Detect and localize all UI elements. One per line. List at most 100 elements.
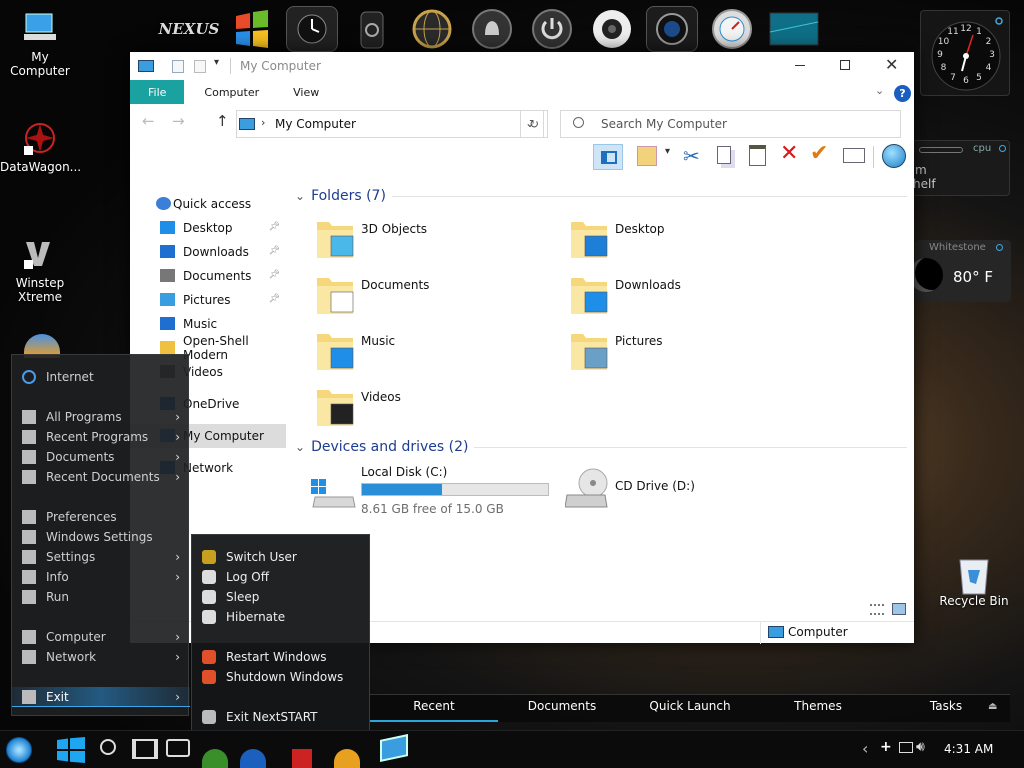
- start-menu-item-run[interactable]: Run: [12, 587, 190, 607]
- nav-item-downloads[interactable]: Downloads 📌︎: [130, 240, 286, 264]
- start-menu-item-info[interactable]: Info ›: [12, 567, 190, 587]
- folder-item-downloads[interactable]: Downloads: [569, 272, 809, 322]
- start-menu-item-network[interactable]: Network ›: [12, 647, 190, 667]
- chevron-down-icon[interactable]: ▾: [214, 57, 219, 68]
- start-orb-icon[interactable]: [6, 737, 32, 763]
- nav-item-desktop[interactable]: Desktop 📌︎: [130, 216, 286, 240]
- close-button[interactable]: ✕: [885, 55, 898, 74]
- drive-item-d[interactable]: CD Drive (D:): [563, 465, 803, 515]
- help-icon[interactable]: ?: [894, 85, 911, 102]
- network-icon[interactable]: [899, 742, 913, 753]
- pinned-app-icon[interactable]: [334, 749, 360, 768]
- search-box[interactable]: Search My Computer: [560, 110, 901, 138]
- mail-icon[interactable]: [843, 148, 865, 163]
- large-icons-view-icon[interactable]: [892, 603, 906, 615]
- windows-logo-icon[interactable]: [56, 737, 86, 763]
- globe-icon[interactable]: [406, 6, 458, 52]
- camera-icon[interactable]: [646, 6, 698, 52]
- clock-time[interactable]: 4:31 AM: [944, 742, 993, 756]
- submenu-item-switch-user[interactable]: Switch User: [192, 547, 371, 567]
- drives-group-header[interactable]: ⌄ Devices and drives (2): [295, 439, 907, 455]
- tab-quick-launch[interactable]: Quick Launch: [626, 695, 754, 722]
- speaker-icon[interactable]: [586, 6, 638, 52]
- biohazard-can-icon[interactable]: [346, 6, 398, 52]
- folder-item-3d-objects[interactable]: 3D Objects: [315, 216, 555, 266]
- tab-documents[interactable]: Documents: [498, 695, 626, 722]
- start-menu-item-internet[interactable]: Internet: [12, 367, 190, 387]
- rename-check-icon[interactable]: ✔: [810, 141, 828, 166]
- desktop-icon-datawagon[interactable]: DataWagon...: [0, 120, 81, 174]
- submenu-item-exit-nextstart[interactable]: Exit NextSTART: [192, 707, 371, 727]
- forward-arrow-icon[interactable]: →: [172, 112, 185, 130]
- preview-pane-icon[interactable]: [593, 144, 623, 170]
- copy-icon[interactable]: [717, 146, 731, 164]
- start-menu-item-all-programs[interactable]: All Programs ›: [12, 407, 190, 427]
- folder-item-videos[interactable]: Videos: [315, 384, 555, 434]
- tab-themes[interactable]: Themes: [754, 695, 882, 722]
- pinned-app-icon[interactable]: [240, 749, 266, 768]
- globe-icon[interactable]: [882, 144, 906, 168]
- start-menu-item-documents[interactable]: Documents ›: [12, 447, 190, 467]
- plus-icon[interactable]: +: [880, 739, 892, 755]
- tab-view[interactable]: View: [279, 80, 333, 104]
- submenu-item-shutdown-windows[interactable]: Shutdown Windows: [192, 667, 371, 687]
- folder-item-music[interactable]: Music: [315, 328, 555, 378]
- drive-item-c[interactable]: Local Disk (C:) 8.61 GB free of 15.0 GB: [309, 465, 569, 516]
- submenu-item-sleep[interactable]: Sleep: [192, 587, 371, 607]
- tab-computer[interactable]: Computer: [184, 80, 279, 104]
- folder-item-desktop[interactable]: Desktop: [569, 216, 809, 266]
- nexus-logo[interactable]: NEXUS: [159, 6, 220, 52]
- nav-item-music[interactable]: Music: [130, 312, 286, 336]
- clock-app-icon[interactable]: [286, 6, 338, 52]
- task-view-icon[interactable]: [132, 739, 158, 759]
- submenu-item-log-off[interactable]: Log Off: [192, 567, 371, 587]
- folders-group-header[interactable]: ⌄ Folders (7): [295, 188, 907, 204]
- submenu-item-restart-windows[interactable]: Restart Windows: [192, 647, 371, 667]
- bell-icon[interactable]: [466, 6, 518, 52]
- ribbon-expand-icon[interactable]: ⌄: [875, 84, 884, 97]
- up-arrow-icon[interactable]: ↑: [216, 112, 229, 130]
- details-view-icon[interactable]: [870, 604, 884, 615]
- start-menu-item-exit[interactable]: Exit ›: [12, 687, 190, 707]
- pinned-app-icon[interactable]: [202, 749, 228, 768]
- start-menu-item-settings[interactable]: Settings ›: [12, 547, 190, 567]
- delete-icon[interactable]: ✕: [780, 141, 798, 166]
- back-arrow-icon[interactable]: ←: [142, 112, 155, 130]
- volume-icon[interactable]: 🔊︎: [916, 739, 925, 755]
- submenu-item-hibernate[interactable]: Hibernate: [192, 607, 371, 627]
- start-menu-item-recent-documents[interactable]: Recent Documents ›: [12, 467, 190, 487]
- monitor-app-icon[interactable]: [766, 6, 822, 52]
- nav-item-quick-access[interactable]: Quick access: [130, 192, 286, 216]
- clock-gadget[interactable]: 12 1 2 3 4 5 6 7 8 9 10 11: [920, 10, 1010, 96]
- desktop-icon-my-computer[interactable]: My Computer: [0, 10, 80, 78]
- start-menu-item-recent-programs[interactable]: Recent Programs ›: [12, 427, 190, 447]
- desktop-icon-recycle-bin[interactable]: Recycle Bin: [934, 554, 1014, 608]
- pinned-computer-icon[interactable]: [380, 734, 408, 762]
- folder-item-pictures[interactable]: Pictures: [569, 328, 809, 378]
- maximize-button[interactable]: [840, 60, 850, 70]
- tab-file[interactable]: File: [130, 80, 185, 104]
- cut-icon[interactable]: ✂: [683, 144, 700, 168]
- refresh-button[interactable]: ↻: [520, 110, 548, 138]
- start-menu-item-windows-settings[interactable]: Windows Settings: [12, 527, 190, 547]
- details-pane-icon[interactable]: [637, 146, 657, 166]
- new-folder-icon[interactable]: [194, 60, 206, 73]
- windows-flag-icon[interactable]: [226, 6, 278, 52]
- start-menu-item-preferences[interactable]: Preferences: [12, 507, 190, 527]
- eject-icon[interactable]: ⏏: [988, 701, 997, 712]
- address-bar[interactable]: › My Computer ⌄: [236, 110, 544, 138]
- chevron-down-icon[interactable]: ▾: [665, 146, 670, 157]
- nav-item-pictures[interactable]: Pictures 📌︎: [130, 288, 286, 312]
- properties-icon[interactable]: [172, 60, 184, 73]
- folder-item-documents[interactable]: Documents: [315, 272, 555, 322]
- minimize-button[interactable]: [795, 65, 805, 66]
- gauge-icon[interactable]: [706, 6, 758, 52]
- desktop-icon-winstep[interactable]: Winstep Xtreme: [0, 236, 80, 304]
- paste-icon[interactable]: [749, 145, 766, 166]
- power-icon[interactable]: [526, 6, 578, 52]
- chevron-left-icon[interactable]: ‹: [862, 739, 868, 758]
- tab-recent[interactable]: Recent: [370, 695, 498, 722]
- pinned-app-icon[interactable]: [292, 749, 312, 768]
- nav-item-documents[interactable]: Documents 📌︎: [130, 264, 286, 288]
- start-menu-item-computer[interactable]: Computer ›: [12, 627, 190, 647]
